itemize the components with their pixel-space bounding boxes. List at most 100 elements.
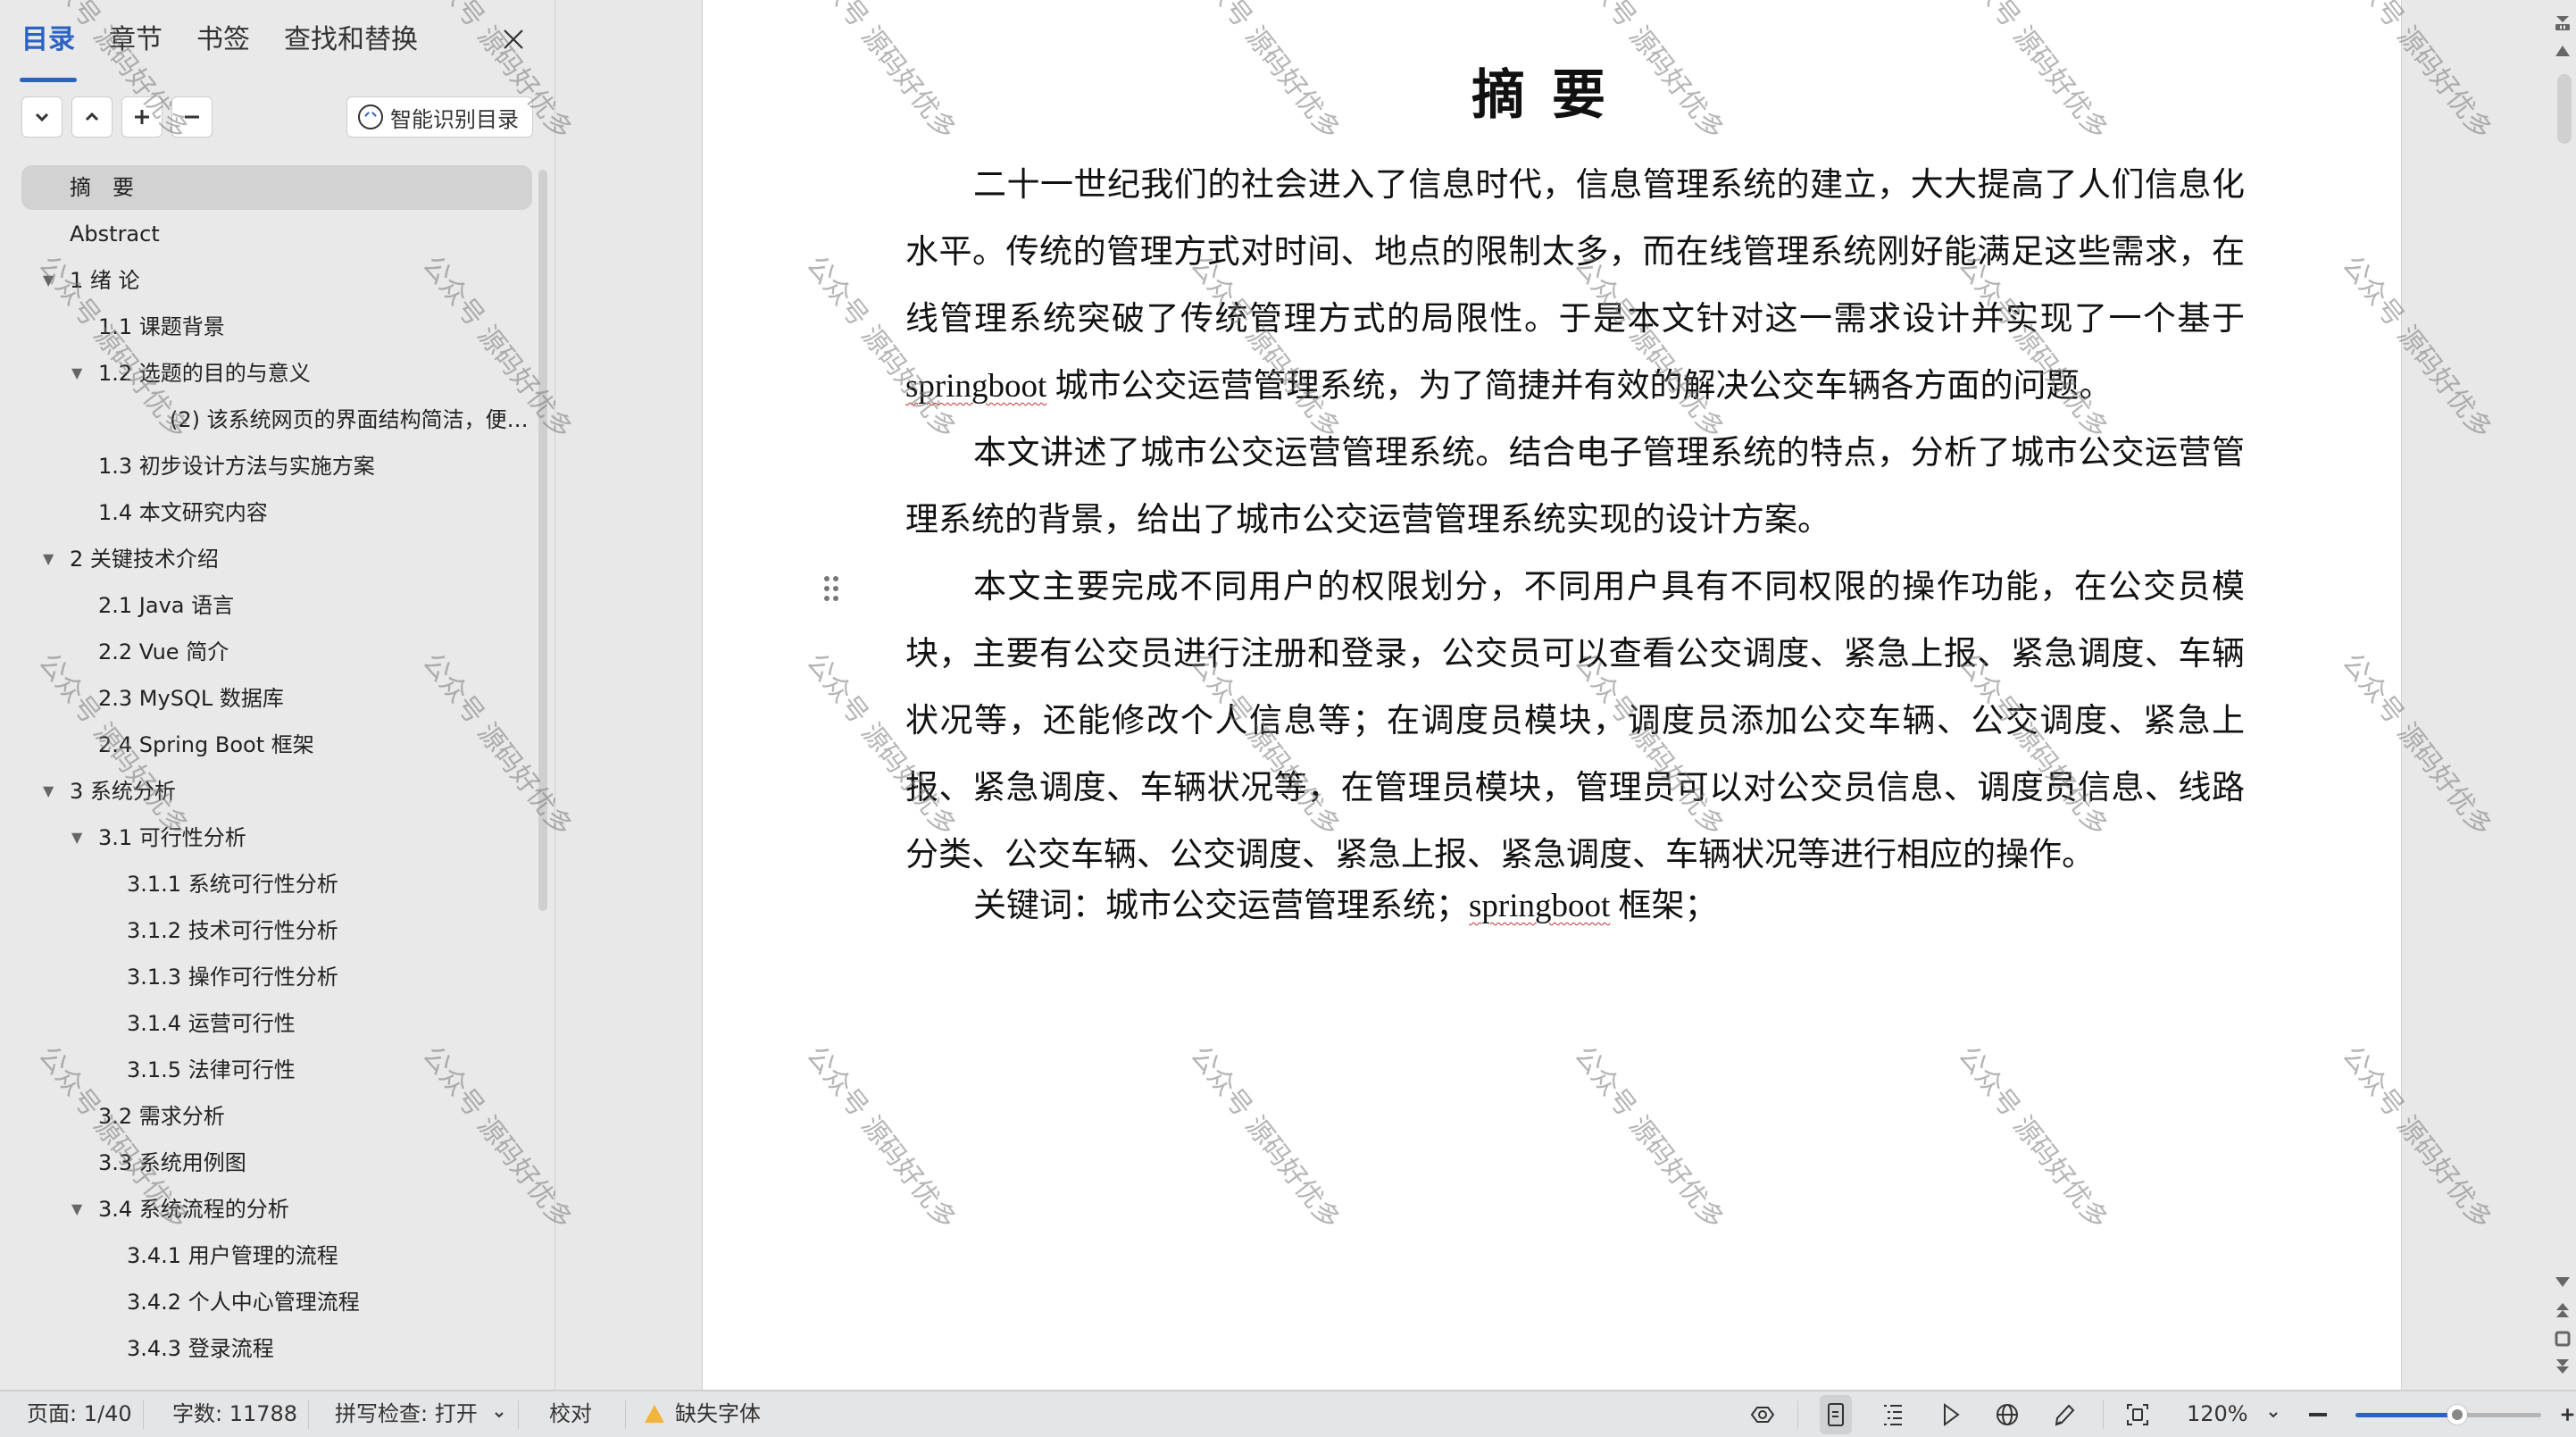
toc-item[interactable]: 摘 要 (21, 165, 532, 210)
toc-scrollbar[interactable] (538, 170, 547, 911)
expand-arrow-icon[interactable]: ▼ (71, 815, 82, 860)
zoom-slider-thumb[interactable] (2447, 1405, 2468, 1424)
toc-item[interactable]: 3.2 需求分析 (21, 1094, 532, 1139)
tab-bookmarks[interactable]: 书签 (196, 20, 250, 73)
reading-mode-button[interactable] (1935, 1399, 1967, 1431)
zoom-level-dropdown[interactable]: 120% (2187, 1391, 2280, 1436)
toc-item[interactable]: 2.1 Java 语言 (21, 583, 532, 628)
spell-check-dropdown[interactable]: 拼写检查: 打开 (335, 1391, 505, 1436)
zoom-level: 120% (2187, 1401, 2248, 1426)
write-mode-button[interactable] (2048, 1399, 2080, 1431)
eye-protection-button[interactable] (1747, 1399, 1779, 1431)
document-scrollbar[interactable] (2557, 74, 2572, 144)
toc-item[interactable]: 3.4.3 登录流程 (21, 1326, 532, 1371)
toc-item-label: 3.1.4 运营可行性 (127, 1011, 296, 1036)
toc-item[interactable]: ▼ 3.1 可行性分析 (21, 815, 532, 860)
paragraph-1-text-end: 城市公交运营管理系统，为了简捷并有效的解决公交车辆各方面的问题。 (1046, 368, 2113, 405)
page-view-button[interactable] (1820, 1395, 1852, 1434)
expand-up-button[interactable] (71, 96, 113, 138)
proofread-button[interactable]: 校对 (549, 1391, 592, 1436)
minus-icon (185, 115, 199, 119)
scroll-up-icon[interactable] (2554, 43, 2572, 61)
toc-item[interactable]: ▼ 1.2 选题的目的与意义 (21, 351, 532, 396)
toc-item[interactable]: 2.2 Vue 简介 (21, 630, 532, 674)
zoom-out-button[interactable] (2302, 1399, 2334, 1431)
toc-item[interactable]: (2) 该系统网页的界面结构简洁，便… (21, 397, 532, 442)
toc-item[interactable]: 3.1.2 技术可行性分析 (21, 908, 532, 953)
tab-toc[interactable]: 目录 (20, 20, 77, 82)
word-count[interactable]: 字数: 11788 (172, 1391, 297, 1436)
previous-page-icon[interactable] (2554, 1302, 2572, 1320)
smart-toc-button[interactable]: 智能识别目录 (346, 96, 533, 138)
toc-item[interactable]: ▼ 1 绪 论 (21, 258, 532, 303)
toc-item-label: 3.2 需求分析 (98, 1104, 225, 1129)
toc-item[interactable]: 1.4 本文研究内容 (21, 490, 532, 535)
zoom-slider[interactable] (2355, 1405, 2541, 1424)
toc-item[interactable]: 3.4.2 个人中心管理流程 (21, 1280, 532, 1324)
tab-find-replace[interactable]: 查找和替换 (284, 20, 418, 73)
pen-icon (2055, 1404, 2075, 1426)
page-indicator[interactable]: 页面: 1/40 (27, 1391, 132, 1436)
toc-item-label: 3.1.5 法律可行性 (127, 1057, 296, 1082)
toc-item-label: 3.1.1 系统可行性分析 (127, 872, 338, 897)
toc-item[interactable]: 3.1.3 操作可行性分析 (21, 955, 532, 999)
remove-heading-button[interactable] (171, 96, 213, 138)
toc-item[interactable]: ▼ 2 关键技术介绍 (21, 537, 532, 581)
toc-item[interactable]: 2.3 MySQL 数据库 (21, 676, 532, 721)
expand-arrow-icon[interactable]: ▼ (71, 351, 82, 396)
fit-screen-icon (2127, 1404, 2148, 1425)
toc-item[interactable]: 1.1 课题背景 (21, 305, 532, 349)
divider (308, 1400, 309, 1429)
toc-item-label: 1.4 本文研究内容 (98, 500, 268, 525)
zoom-slider-fill (2355, 1413, 2458, 1417)
paragraph-2[interactable]: 本文讲述了城市公交运营管理系统。结合电子管理系统的特点，分析了城市公交运营管理系… (905, 420, 2245, 554)
tab-chapters[interactable]: 章节 (109, 20, 163, 73)
fit-page-button[interactable] (2122, 1399, 2154, 1431)
toc-item[interactable]: 3.1.1 系统可行性分析 (21, 862, 532, 906)
select-browse-object-icon[interactable] (2554, 1330, 2572, 1348)
minus-icon (2309, 1413, 2327, 1416)
smart-toc-label: 智能识别目录 (390, 106, 519, 132)
divider (625, 1400, 626, 1429)
toc-item-label: 2.3 MySQL 数据库 (98, 686, 284, 711)
scroll-down-icon[interactable] (2554, 1273, 2572, 1291)
next-page-icon[interactable] (2554, 1358, 2572, 1375)
toc-item-label: 3.3 系统用例图 (98, 1150, 246, 1175)
toc-item[interactable]: Abstract (21, 212, 532, 256)
toc-item-label: 3 系统分析 (70, 779, 176, 804)
paragraph-3[interactable]: 本文主要完成不同用户的权限划分，不同用户具有不同权限的操作功能，在公交员模块，主… (905, 554, 2245, 889)
expand-arrow-icon[interactable]: ▼ (71, 1187, 82, 1232)
expand-arrow-icon[interactable]: ▼ (43, 537, 54, 581)
toc-item[interactable]: ▼ 3 系统分析 (21, 769, 532, 814)
toc-list: 摘 要 Abstract ▼ 1 绪 论 1.1 课题背景 ▼ 1.2 选题的目的与意义 (2… (0, 165, 536, 1389)
toc-item-label: 1.3 初步设计方法与实施方案 (98, 454, 375, 479)
toc-item[interactable]: 3.1.4 运营可行性 (21, 1001, 532, 1046)
toc-item[interactable]: 3.1.5 法律可行性 (21, 1048, 532, 1092)
keywords-line[interactable]: 关键词：城市公交运营管理系统；springboot 框架； (905, 880, 2245, 933)
toc-item[interactable]: 3.4.1 用户管理的流程 (21, 1233, 532, 1278)
toc-item[interactable]: 3.3 系统用例图 (21, 1140, 532, 1185)
spell-flagged-word[interactable]: springboot (1469, 888, 1610, 924)
collapse-all-button[interactable] (21, 96, 63, 138)
toc-item[interactable]: 1.3 初步设计方法与实施方案 (21, 444, 532, 489)
missing-font-button[interactable]: 缺失字体 (645, 1391, 761, 1436)
play-icon (1944, 1403, 1960, 1426)
expand-arrow-icon[interactable]: ▼ (43, 769, 54, 814)
toc-item[interactable]: 2.4 Spring Boot 框架 (21, 723, 532, 767)
status-bar: 页面: 1/40 字数: 11788 拼写检查: 打开 校对 缺失字体 120% (0, 1390, 2576, 1437)
paragraph-1[interactable]: 二十一世纪我们的社会进入了信息时代，信息管理系统的建立，大大提高了人们信息化水平… (905, 152, 2245, 420)
add-heading-button[interactable] (121, 96, 163, 138)
spell-flagged-word[interactable]: springboot (905, 368, 1046, 405)
page-top-icon[interactable] (2554, 14, 2572, 32)
chevron-down-icon (35, 113, 49, 122)
document-page[interactable]: 摘要 二十一世纪我们的社会进入了信息时代，信息管理系统的建立，大大提高了人们信息… (702, 0, 2402, 1390)
drag-handle-icon[interactable] (823, 575, 841, 602)
web-layout-button[interactable] (1991, 1399, 2023, 1431)
outline-view-button[interactable] (1877, 1399, 1909, 1431)
expand-arrow-icon[interactable]: ▼ (43, 258, 54, 303)
toc-item[interactable]: ▼ 3.4 系统流程的分析 (21, 1187, 532, 1232)
chevron-down-icon (2269, 1412, 2278, 1418)
zoom-in-button[interactable] (2559, 1399, 2576, 1431)
close-pane-button[interactable] (496, 21, 531, 57)
toc-item-label: 摘 要 (70, 175, 134, 200)
